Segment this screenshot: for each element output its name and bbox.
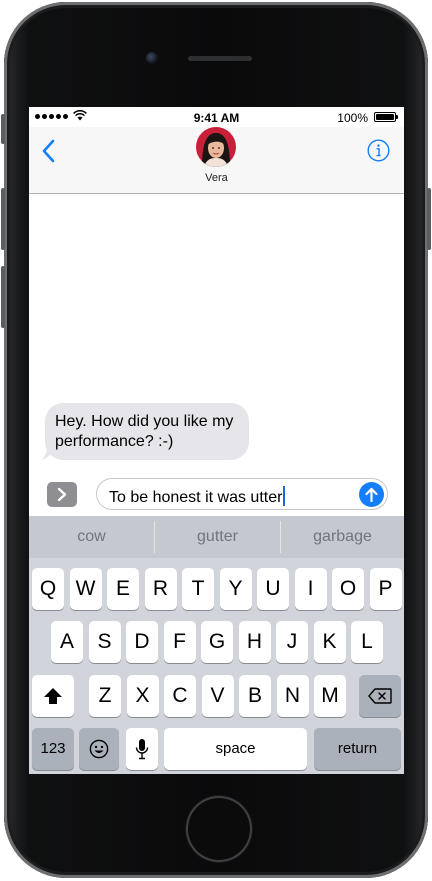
key-s[interactable]: S [88, 621, 121, 663]
message-text-line-2: performance? :-) [55, 433, 174, 450]
key-label: G [208, 630, 226, 653]
suggestion-3[interactable]: garbage [281, 516, 404, 558]
key-o[interactable]: O [332, 568, 364, 610]
mic-icon [135, 739, 149, 760]
space-key-label: space [215, 740, 256, 757]
send-arrow-icon [365, 487, 378, 502]
message-input-value: To be honest it was utter [109, 489, 283, 506]
key-f[interactable]: F [163, 621, 196, 663]
apps-button[interactable] [47, 482, 77, 507]
conversation-header: Vera [29, 127, 404, 194]
key-label: O [339, 577, 357, 600]
battery-percent: 100% [337, 111, 368, 125]
key-t[interactable]: T [182, 568, 214, 610]
incoming-message-bubble[interactable]: Hey. How did you like my performance? :-… [45, 403, 249, 460]
message-text-line-1: Hey. How did you like my [55, 413, 234, 430]
predictive-bar: cow gutter garbage [29, 516, 404, 558]
key-label: R [152, 577, 169, 600]
key-label: N [284, 684, 301, 707]
key-label: L [361, 630, 373, 653]
key-h[interactable]: H [238, 621, 271, 663]
key-label: Z [98, 684, 112, 707]
shift-icon [44, 688, 62, 704]
key-e[interactable]: E [107, 568, 139, 610]
emoji-key[interactable] [79, 728, 119, 770]
key-b[interactable]: B [239, 675, 271, 717]
key-label: X [135, 684, 150, 707]
key-w[interactable]: W [69, 568, 102, 610]
screen: 9:41 AM 100% Vera Hey. How did you like … [29, 107, 404, 774]
suggestion-2[interactable]: gutter [155, 516, 280, 558]
power-button [427, 188, 431, 250]
message-input[interactable]: To be honest it was utter [96, 478, 388, 510]
key-label: Y [228, 577, 243, 600]
key-i[interactable]: I [294, 568, 327, 610]
info-icon[interactable] [367, 139, 390, 162]
key-r[interactable]: R [144, 568, 177, 610]
key-c[interactable]: C [164, 675, 196, 717]
key-d[interactable]: D [126, 621, 158, 663]
key-label: H [246, 630, 263, 653]
shift-key[interactable] [32, 675, 74, 717]
suggestion-1[interactable]: cow [29, 516, 154, 558]
numbers-key-label: 123 [40, 740, 66, 757]
return-key[interactable]: return [314, 728, 401, 770]
key-a[interactable]: A [51, 621, 83, 663]
key-label: D [134, 630, 150, 653]
apps-chevron-icon [57, 487, 67, 502]
home-button[interactable] [186, 796, 252, 862]
key-l[interactable]: L [351, 621, 383, 663]
back-chevron-icon[interactable] [41, 139, 55, 163]
key-x[interactable]: X [126, 675, 159, 717]
key-v[interactable]: V [201, 675, 234, 717]
key-u[interactable]: U [257, 568, 289, 610]
avatar[interactable] [196, 127, 236, 167]
key-m[interactable]: M [314, 675, 346, 717]
space-key[interactable]: space [164, 728, 307, 770]
volume-down-button [1, 266, 5, 328]
key-label: T [191, 577, 205, 600]
key-label: A [59, 630, 74, 653]
key-label: W [75, 577, 96, 600]
key-j[interactable]: J [276, 621, 308, 663]
delete-key[interactable] [359, 675, 401, 717]
delete-icon [368, 688, 392, 704]
dictation-key[interactable] [126, 728, 158, 770]
key-label: M [321, 684, 339, 707]
key-label: K [322, 630, 337, 653]
key-q[interactable]: Q [32, 568, 64, 610]
earpiece-speaker [188, 56, 252, 61]
key-label: B [247, 684, 262, 707]
emoji-icon [89, 739, 109, 759]
send-button[interactable] [359, 482, 384, 507]
silent-switch [1, 114, 5, 144]
key-label: E [115, 577, 130, 600]
status-bar: 9:41 AM 100% [29, 107, 404, 127]
key-g[interactable]: G [201, 621, 233, 663]
key-label: I [307, 577, 314, 600]
key-label: U [265, 577, 281, 600]
key-label: J [286, 630, 298, 653]
key-n[interactable]: N [276, 675, 309, 717]
keyboard: cow gutter garbage QWERTYUIOP ASDFGHJKL … [29, 516, 404, 774]
key-label: Q [39, 577, 57, 600]
return-key-label: return [337, 740, 378, 757]
front-camera [146, 52, 158, 64]
contact-name[interactable]: Vera [29, 172, 404, 184]
numbers-key[interactable]: 123 [32, 728, 74, 770]
key-label: S [97, 630, 112, 653]
key-label: P [378, 577, 393, 600]
battery-icon [374, 112, 398, 122]
key-label: F [173, 630, 186, 653]
key-label: C [172, 684, 188, 707]
volume-up-button [1, 188, 5, 250]
key-label: V [210, 684, 225, 707]
key-k[interactable]: K [313, 621, 346, 663]
message-input-text: To be honest it was utter [109, 486, 286, 507]
key-y[interactable]: Y [219, 568, 252, 610]
key-z[interactable]: Z [89, 675, 121, 717]
text-caret [283, 486, 286, 506]
key-p[interactable]: P [369, 568, 402, 610]
